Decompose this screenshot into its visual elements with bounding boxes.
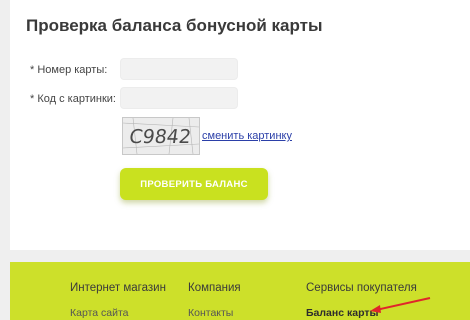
change-captcha-link[interactable]: сменить картинку <box>202 130 292 142</box>
footer-heading-services: Сервисы покупателя <box>306 282 417 294</box>
page-title: Проверка баланса бонусной карты <box>26 16 323 35</box>
card-number-label: * Номер карты: <box>30 64 108 76</box>
footer-link-sitemap[interactable]: Карта сайта <box>70 307 166 319</box>
captcha-noise-icon: C9842 <box>122 117 200 155</box>
red-arrow-icon <box>370 297 431 313</box>
footer-column-shop: Интернет магазин Карта сайта <box>70 278 166 319</box>
footer-column-company: Компания Контакты <box>188 278 241 319</box>
check-balance-button[interactable]: ПРОВЕРИТЬ БАЛАНС <box>120 168 268 200</box>
captcha-text: C9842 <box>128 125 193 148</box>
captcha-image: C9842 <box>122 117 200 155</box>
footer-link-contacts[interactable]: Контакты <box>188 307 241 319</box>
captcha-code-input[interactable] <box>120 87 238 109</box>
captcha-code-label: * Код с картинки: <box>30 93 116 105</box>
card-number-input[interactable] <box>120 58 238 80</box>
balance-check-card: Проверка баланса бонусной карты * Номер … <box>10 0 470 250</box>
footer-heading-company: Компания <box>188 282 241 294</box>
footer-heading-shop: Интернет магазин <box>70 282 166 294</box>
